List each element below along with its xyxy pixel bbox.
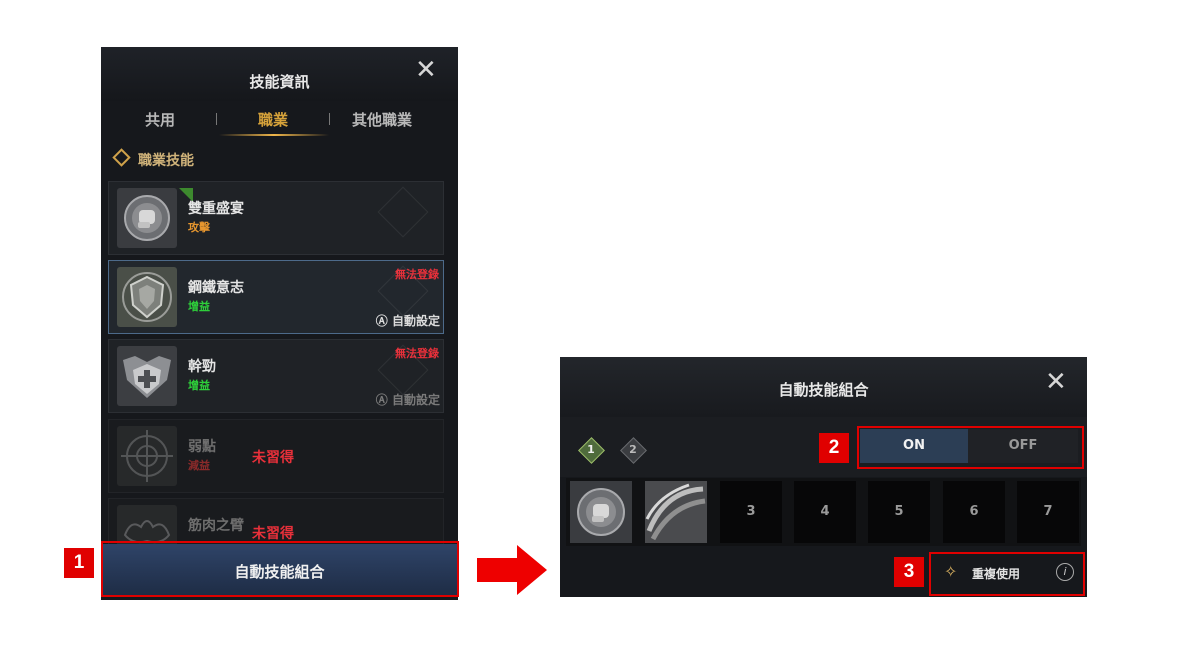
- diamond-icon: [112, 148, 131, 167]
- auto-a-icon: Ⓐ: [375, 314, 392, 328]
- skill-card[interactable]: 雙重盛宴 攻擊: [108, 181, 444, 255]
- swirl-icon: [645, 481, 707, 543]
- step-badge-3: 3: [894, 557, 924, 587]
- skill-name: 幹勁: [188, 359, 216, 375]
- window-title: 技能資訊: [249, 73, 310, 91]
- fist-icon: [117, 188, 177, 248]
- tab-class[interactable]: 職業: [258, 109, 288, 130]
- skill-slot-row: 3 4 5 6 7: [566, 478, 1081, 546]
- skill-name: 筋肉之臂: [188, 518, 244, 534]
- skill-card-locked[interactable]: 弱點 減益 未習得: [108, 419, 444, 493]
- skill-slot-empty[interactable]: 6: [943, 481, 1005, 543]
- skill-info-window: 技能資訊 ✕ 共用 職業 其他職業 職業技能 雙重盛宴 攻擊 鋼鐵意志 增益 無…: [101, 47, 458, 600]
- highlight-box-2: [857, 426, 1084, 469]
- highlight-box-1: [101, 541, 459, 597]
- set-2-button[interactable]: 2: [618, 435, 648, 465]
- skill-slot-empty[interactable]: 7: [1017, 481, 1079, 543]
- skill-slot[interactable]: [645, 481, 707, 543]
- not-learned-label: 未習得: [252, 450, 294, 466]
- set-number: 1: [587, 443, 595, 456]
- target-icon: [117, 426, 177, 486]
- auto-a-icon: Ⓐ: [375, 393, 392, 407]
- active-tab-indicator: [219, 134, 329, 136]
- set-1-button[interactable]: 1: [576, 435, 606, 465]
- tab-divider: [216, 113, 217, 125]
- skill-card[interactable]: 幹勁 增益 無法登錄 Ⓐ 自動設定: [108, 339, 444, 413]
- tab-other-class[interactable]: 其他職業: [352, 109, 412, 130]
- skill-type: 減益: [188, 459, 210, 472]
- fist-icon: [570, 481, 632, 543]
- skill-name: 鋼鐵意志: [188, 280, 244, 296]
- skill-name: 雙重盛宴: [188, 201, 244, 217]
- right-arrow-icon: [477, 545, 547, 599]
- close-icon[interactable]: ✕: [415, 57, 437, 83]
- auto-setting-label[interactable]: Ⓐ 自動設定: [376, 391, 440, 408]
- not-learned-label: 未習得: [252, 526, 294, 542]
- skill-slot-empty[interactable]: 3: [720, 481, 782, 543]
- skill-type: 攻擊: [188, 221, 210, 234]
- skill-slot[interactable]: [570, 481, 632, 543]
- skill-type: 增益: [188, 300, 210, 313]
- skill-slot-empty[interactable]: 4: [794, 481, 856, 543]
- tab-bar: 共用 職業 其他職業: [101, 103, 458, 137]
- skill-type: 增益: [188, 379, 210, 392]
- section-title: 職業技能: [138, 153, 194, 169]
- set-number: 2: [629, 443, 637, 456]
- step-badge-1: 1: [64, 548, 94, 578]
- skill-slot-empty[interactable]: 5: [868, 481, 930, 543]
- skill-name: 弱點: [188, 439, 216, 455]
- section-header: 職業技能: [112, 148, 194, 170]
- close-icon[interactable]: ✕: [1045, 369, 1067, 395]
- shield-icon: [117, 267, 177, 327]
- skill-card-selected[interactable]: 鋼鐵意志 增益 無法登錄 Ⓐ 自動設定: [108, 260, 444, 334]
- step-badge-2: 2: [819, 433, 849, 463]
- auto-setting-label[interactable]: Ⓐ 自動設定: [376, 312, 440, 329]
- cross-shield-icon: [117, 346, 177, 406]
- tab-divider: [329, 113, 330, 125]
- window-title: 自動技能組合: [778, 381, 869, 399]
- slot-diamond-icon: [377, 186, 429, 238]
- highlight-box-3: [929, 552, 1085, 596]
- tab-common[interactable]: 共用: [145, 109, 175, 130]
